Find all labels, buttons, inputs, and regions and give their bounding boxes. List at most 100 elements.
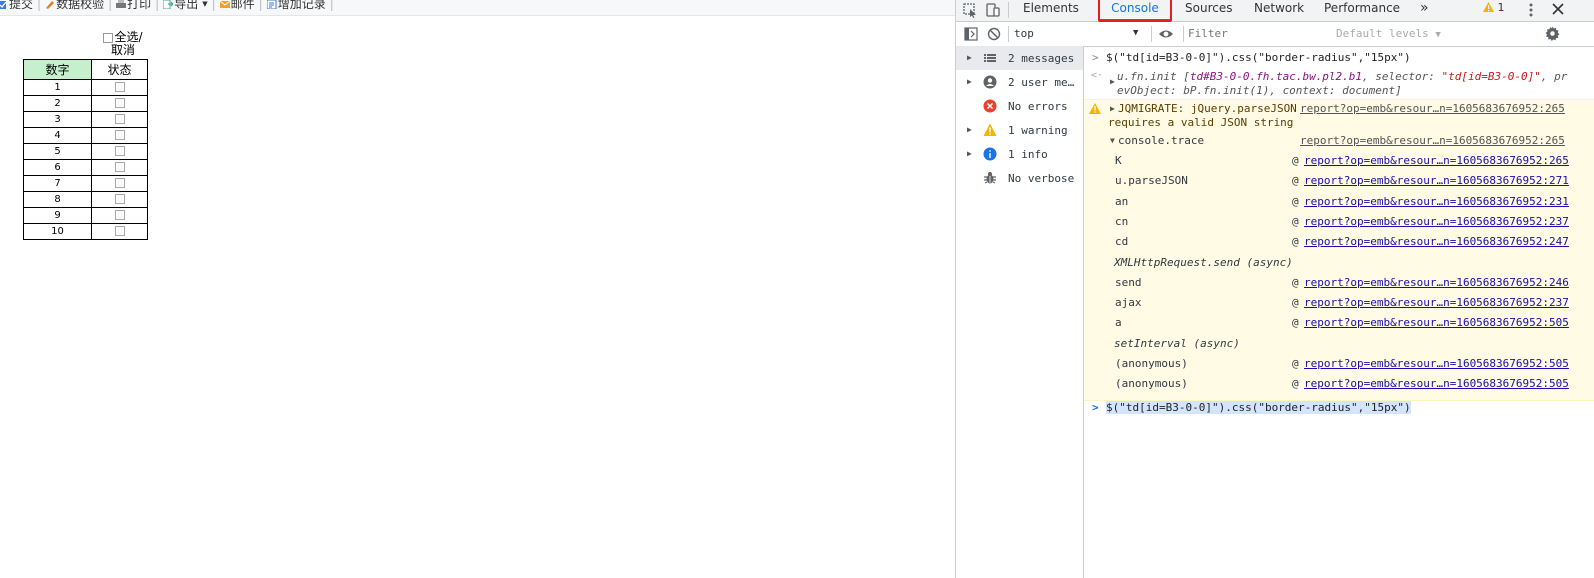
export-dropdown-icon: ▼ <box>202 0 208 8</box>
sidebar-item-error[interactable]: No errors <box>956 94 1083 118</box>
stack-frame-source-link[interactable]: report?op=emb&resour…n=1605683676952:265 <box>1304 154 1569 167</box>
stack-frame-at-sign: @ <box>1292 377 1299 391</box>
row-status-checkbox[interactable] <box>114 82 125 92</box>
prompt-input-text[interactable]: $("td[id=B3-0-0]").css("border-radius","… <box>1106 401 1411 414</box>
toolbar-separator: | <box>37 0 42 11</box>
warning-count: 1 <box>1497 1 1505 14</box>
stack-frame-at-sign: @ <box>1292 316 1299 330</box>
result-text-line2: evObject: bP.fn.init(1), context: docume… <box>1117 84 1402 97</box>
console-result[interactable]: <· ▶ u.fn.init [td#B3-0-0.fh.tac.bw.pl2.… <box>1084 70 1594 98</box>
tab-network[interactable]: Network <box>1254 0 1304 21</box>
warning-message-1: JQMIGRATE: jQuery.parseJSON <box>1118 102 1297 115</box>
warning-counter[interactable]: 1 <box>1483 1 1505 14</box>
tab-sources[interactable]: Sources <box>1185 0 1232 21</box>
sidebar-item-info[interactable]: ▶ 1 info <box>956 142 1083 166</box>
clear-console-icon[interactable] <box>987 27 1001 41</box>
toolbar-button-data-check[interactable]: 数据校验 <box>45 0 104 10</box>
stack-frame-source-link[interactable]: report?op=emb&resour…n=1605683676952:271 <box>1304 174 1569 187</box>
row-status-checkbox[interactable] <box>114 114 125 124</box>
row-number-cell: 9 <box>23 207 92 224</box>
row-status-cell <box>91 207 148 224</box>
trace-source-link[interactable]: report?op=emb&resour…n=1605683676952:265 <box>1300 134 1565 147</box>
sidebar-item-user[interactable]: ▶ 2 user me… <box>956 70 1083 94</box>
data-table: 数字 状态 1 2 3 4 5 6 7 8 9 10 <box>23 59 148 240</box>
tab-elements[interactable]: Elements <box>1023 0 1079 21</box>
stack-frame-function: (anonymous) <box>1115 377 1188 391</box>
table-row: 10 <box>23 223 148 240</box>
stack-frame-source-link[interactable]: report?op=emb&resour…n=1605683676952:247 <box>1304 235 1569 248</box>
console-toolbar: top ▼ Default levels ▼ <box>956 22 1594 47</box>
row-status-cell <box>91 223 148 240</box>
result-expand-icon[interactable]: ▶ <box>1110 77 1115 86</box>
toolbar-button-print[interactable]: 打印 <box>116 0 151 10</box>
row-status-cell <box>91 79 148 96</box>
table-row: 7 <box>23 175 148 192</box>
stack-frame-source-link[interactable]: report?op=emb&resour…n=1605683676952:237 <box>1304 215 1569 228</box>
warning-message-2: requires a valid JSON string <box>1108 116 1294 129</box>
table-row: 2 <box>23 95 148 112</box>
submit-icon <box>0 0 8 9</box>
sidebar-item-bug[interactable]: No verbose <box>956 166 1083 190</box>
toolbar-separator: | <box>108 0 113 11</box>
row-status-checkbox[interactable] <box>114 194 125 204</box>
show-sidebar-icon[interactable] <box>964 27 978 41</box>
row-status-checkbox[interactable] <box>114 162 125 172</box>
report-toolbar: 提交 | 数据校验 | 打印 | 导出 ▼ | 邮件 | 增加记录 | <box>0 0 955 16</box>
stack-frame-at-sign: @ <box>1292 194 1299 208</box>
mail-icon <box>219 0 230 9</box>
console-filter-input[interactable] <box>1188 25 1328 41</box>
more-tabs-icon[interactable]: » <box>1420 0 1429 21</box>
context-selector[interactable]: top ▼ <box>1014 24 1142 42</box>
row-status-checkbox[interactable] <box>114 178 125 188</box>
trace-expand-icon[interactable]: ▼ <box>1110 136 1115 145</box>
table-row: 5 <box>23 143 148 160</box>
toolbar-button-mail[interactable]: 邮件 <box>219 0 255 10</box>
inspect-element-icon[interactable] <box>962 2 978 18</box>
add-record-icon <box>266 0 277 10</box>
table-row: 4 <box>23 127 148 144</box>
stack-frame-source-link[interactable]: report?op=emb&resour…n=1605683676952:505 <box>1304 316 1569 329</box>
warning-source-link[interactable]: report?op=emb&resour…n=1605683676952:265 <box>1300 102 1565 115</box>
tab-performance[interactable]: Performance <box>1324 0 1400 21</box>
log-levels-dropdown[interactable]: Default levels ▼ <box>1336 27 1441 40</box>
stack-frame-source-link[interactable]: report?op=emb&resour…n=1605683676952:505 <box>1304 377 1569 390</box>
stack-frame-source-link[interactable]: report?op=emb&resour…n=1605683676952:237 <box>1304 296 1569 309</box>
stack-frame-at-sign: @ <box>1292 174 1299 188</box>
row-number-cell: 7 <box>23 175 92 192</box>
devtools-menu-icon[interactable] <box>1529 3 1533 17</box>
stack-frame-source-link[interactable]: report?op=emb&resour…n=1605683676952:231 <box>1304 195 1569 208</box>
select-all-checkbox[interactable] <box>103 32 114 43</box>
close-devtools-icon[interactable] <box>1552 3 1564 15</box>
row-status-checkbox[interactable] <box>114 146 125 156</box>
sidebar-expand-icon[interactable]: ▶ <box>967 77 972 86</box>
stack-frame-at-sign: @ <box>1292 296 1299 310</box>
row-status-checkbox[interactable] <box>114 210 125 220</box>
row-status-cell <box>91 95 148 112</box>
select-all-toggle[interactable]: 全选/ 取消 <box>101 31 145 57</box>
sidebar-expand-icon[interactable]: ▶ <box>967 149 972 158</box>
toolbar-button-label: 提交 <box>9 0 34 11</box>
row-number-cell: 8 <box>23 191 92 208</box>
result-text-e: , pr <box>1540 70 1568 83</box>
trace-label: console.trace <box>1118 134 1205 147</box>
warning-expand-icon[interactable]: ▶ <box>1110 104 1115 113</box>
stack-frame-source-link[interactable]: report?op=emb&resour…n=1605683676952:246 <box>1304 276 1569 289</box>
toolbar-button-submit[interactable]: 提交 <box>0 0 33 10</box>
log-levels-chevron-icon: ▼ <box>1435 30 1441 40</box>
row-status-checkbox[interactable] <box>114 226 125 236</box>
device-toolbar-icon[interactable] <box>985 2 1001 18</box>
sidebar-expand-icon[interactable]: ▶ <box>967 53 972 62</box>
console-settings-gear-icon[interactable] <box>1545 26 1560 41</box>
toolbar-button-add-record[interactable]: 增加记录 <box>266 0 326 10</box>
live-expression-eye-icon[interactable] <box>1158 27 1174 41</box>
sidebar-item-list[interactable]: ▶ 2 messages <box>956 46 1083 70</box>
row-status-checkbox[interactable] <box>114 130 125 140</box>
sidebar-item-warning[interactable]: ▶ 1 warning <box>956 118 1083 142</box>
row-status-cell <box>91 159 148 176</box>
toolbar-separator: | <box>329 0 334 11</box>
sidebar-expand-icon[interactable]: ▶ <box>967 125 972 134</box>
sidebar-item-label: 1 info <box>1008 148 1048 161</box>
row-status-checkbox[interactable] <box>114 98 125 108</box>
stack-frame-source-link[interactable]: report?op=emb&resour…n=1605683676952:505 <box>1304 357 1569 370</box>
toolbar-button-export[interactable]: 导出 ▼ <box>162 0 208 10</box>
